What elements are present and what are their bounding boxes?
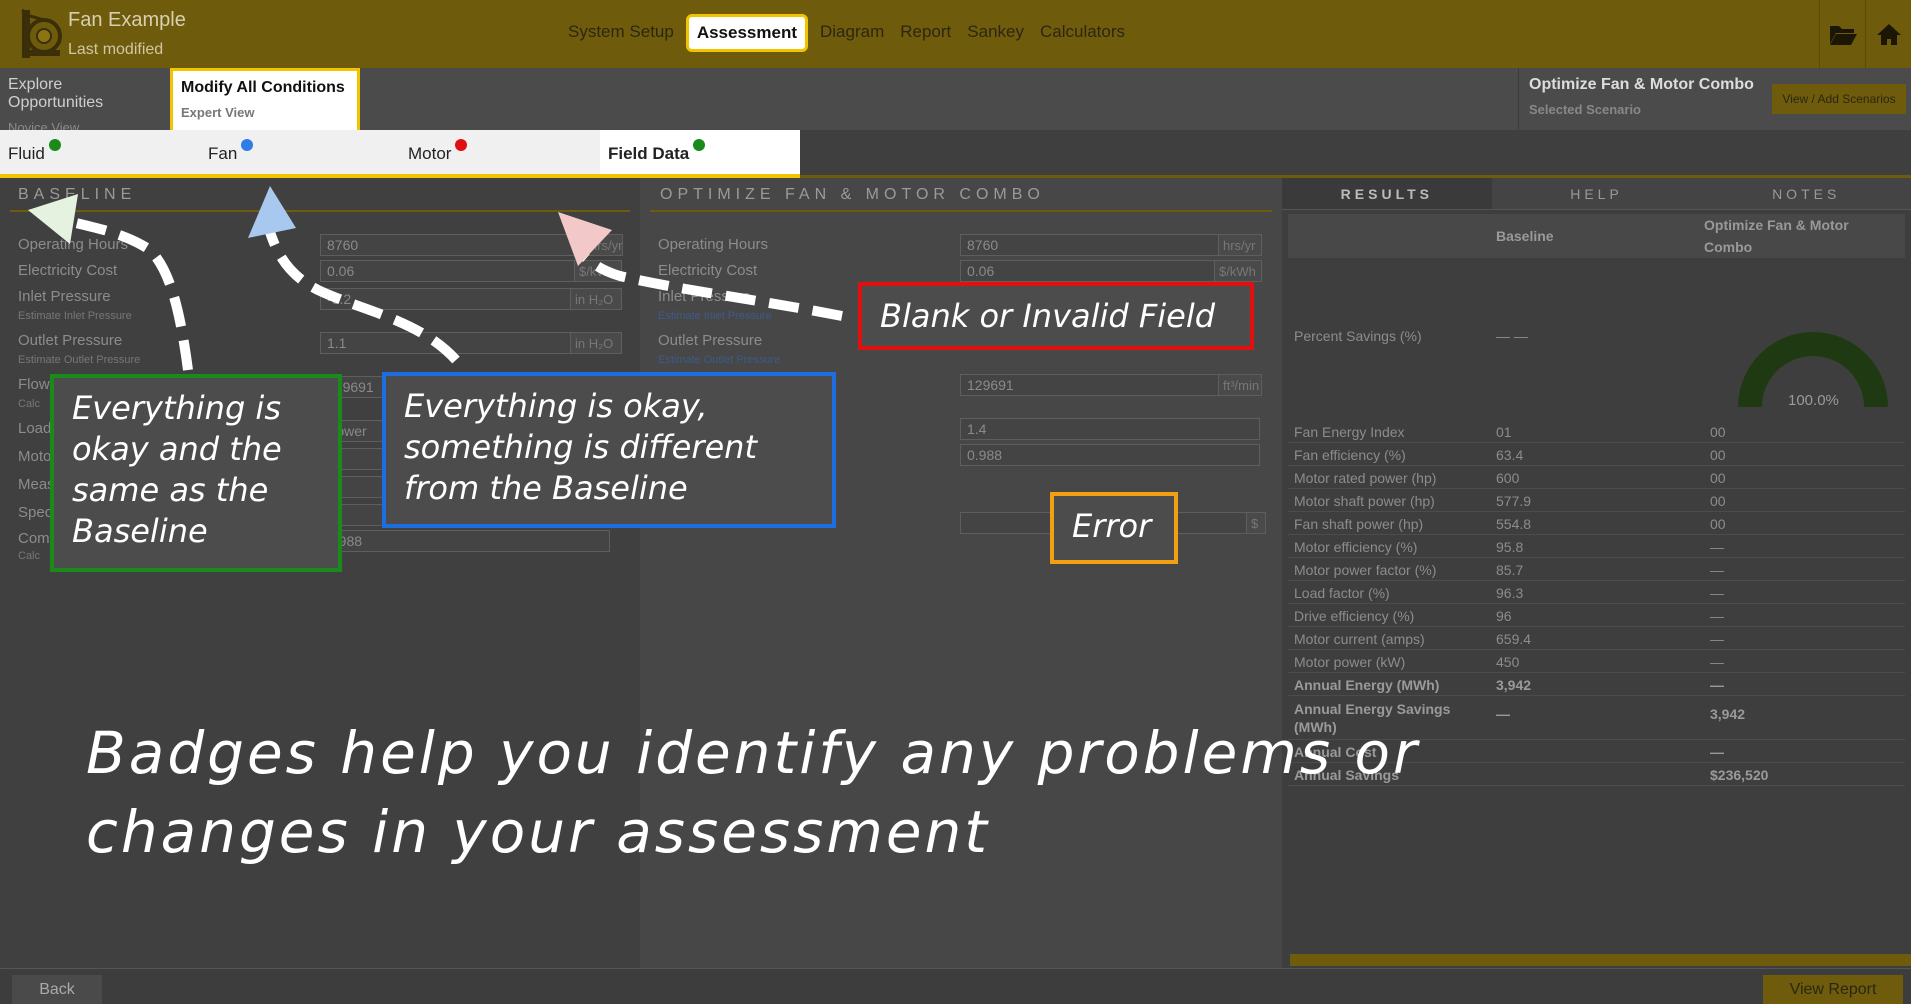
callout-same-as-baseline: Everything is okay and the same as the B… — [50, 374, 342, 572]
blue-arrowhead-icon — [248, 186, 296, 238]
blue-arrow — [265, 230, 460, 364]
callout-different-from-baseline: Everything is okay, something is differe… — [382, 372, 836, 528]
tutorial-caption: Badges help you identify any problems or… — [86, 719, 1420, 866]
callout-error: Error — [1050, 492, 1178, 564]
green-arrowhead-icon — [28, 194, 78, 244]
green-arrow — [54, 213, 193, 371]
red-arrow — [576, 248, 843, 321]
callout-blank-invalid: Blank or Invalid Field — [858, 282, 1254, 350]
red-arrowhead-icon — [558, 212, 612, 266]
